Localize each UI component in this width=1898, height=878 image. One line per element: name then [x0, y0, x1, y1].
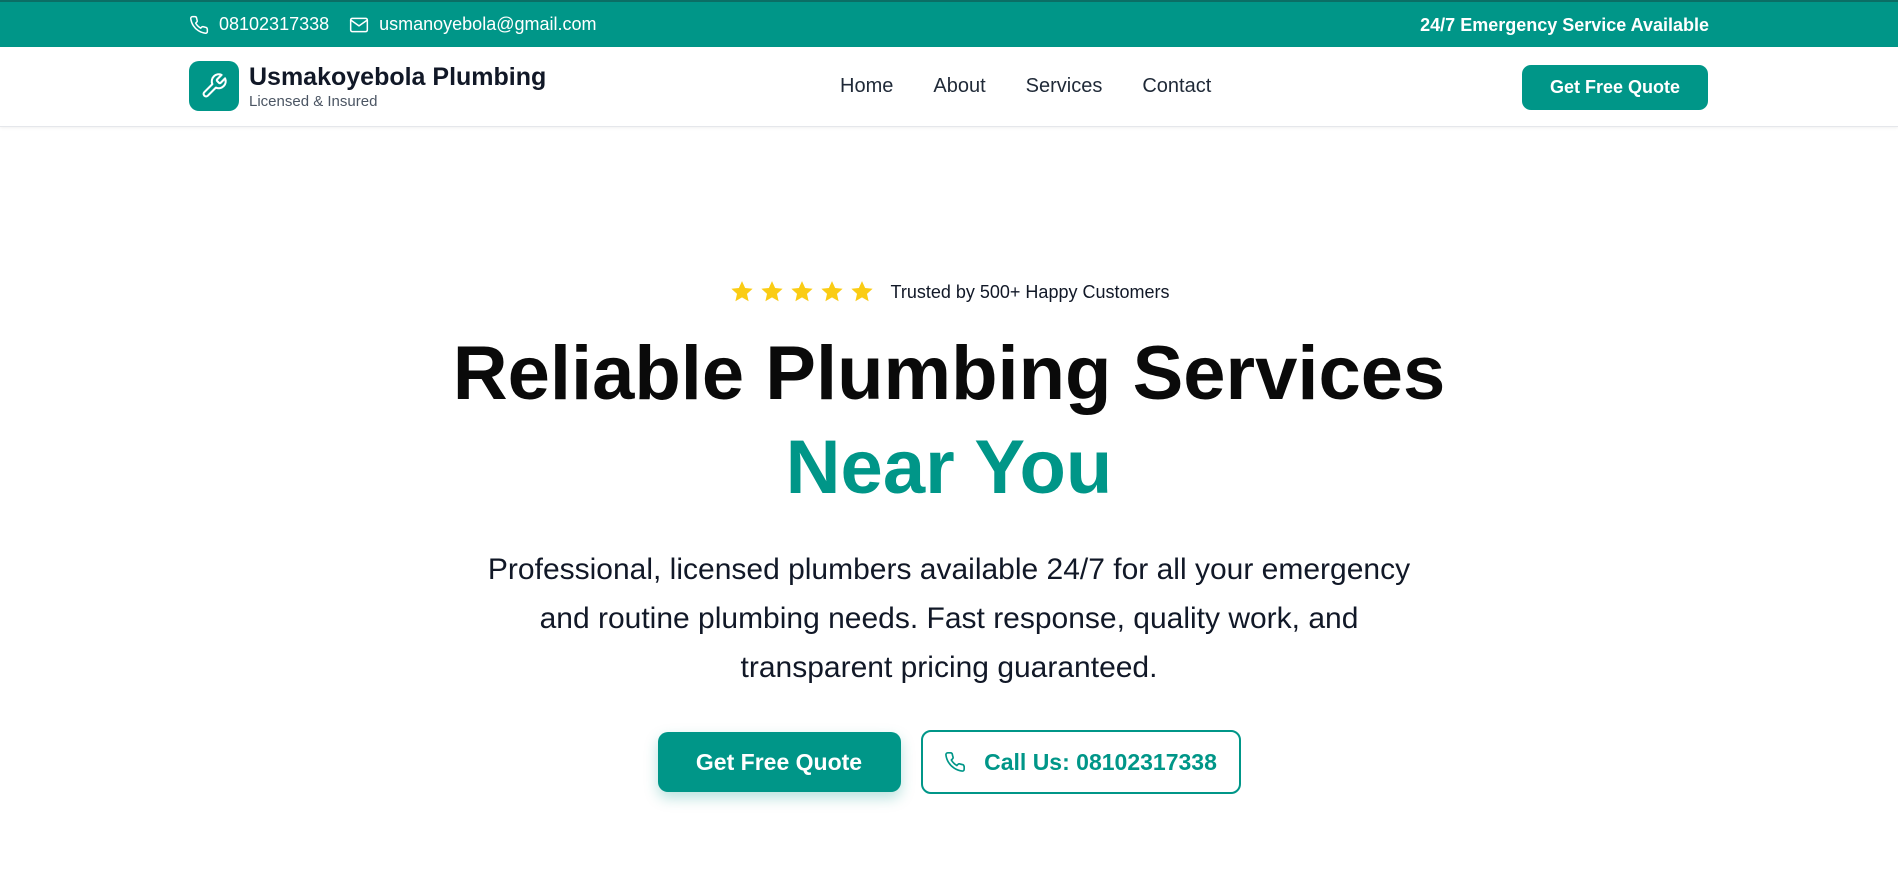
mail-icon: [350, 17, 369, 32]
star-icon: [850, 281, 873, 302]
rating-text: Trusted by 500+ Happy Customers: [890, 281, 1170, 302]
nav-services[interactable]: Services: [1026, 75, 1103, 98]
top-email[interactable]: usmanoyebola@gmail.com: [349, 14, 597, 35]
top-email-text: usmanoyebola@gmail.com: [379, 14, 597, 34]
main-menu: Home About Services Contact: [840, 75, 1251, 98]
headline-line-2: Near You: [785, 425, 1113, 510]
top-phone[interactable]: 08102317338: [189, 14, 329, 35]
hero-section: Trusted by 500+ Happy Customers Reliable…: [0, 127, 1898, 878]
headline-line-1: Reliable Plumbing Services: [452, 331, 1446, 416]
top-contact: 08102317338 usmanoyebola@gmail.com: [189, 14, 617, 35]
get-quote-button[interactable]: Get Free Quote: [657, 732, 901, 792]
emergency-notice: 24/7 Emergency Service Available: [1420, 15, 1709, 35]
top-phone-text: 08102317338: [219, 14, 330, 34]
rating: Trusted by 500+ Happy Customers: [0, 279, 1898, 305]
star-icon: [730, 281, 753, 302]
star-icon: [790, 281, 813, 302]
call-us-label: Call Us: 08102317338: [984, 748, 1217, 775]
nav-about[interactable]: About: [933, 75, 985, 98]
nav-quote-button[interactable]: Get Free Quote: [1522, 65, 1708, 110]
brand-tagline: Licensed & Insured: [249, 92, 378, 110]
star-icon: [820, 281, 843, 302]
top-bar: 08102317338 usmanoyebola@gmail.com 24/7 …: [0, 0, 1898, 47]
nav-contact[interactable]: Contact: [1142, 75, 1211, 98]
hero-actions: Get Free Quote Call Us: 08102317338: [0, 730, 1898, 794]
call-us-button[interactable]: Call Us: 08102317338: [920, 730, 1241, 794]
wrench-icon: [202, 73, 227, 98]
navbar: Usmakoyebola Plumbing Licensed & Insured…: [0, 47, 1898, 127]
star-rating: [729, 279, 879, 305]
star-icon: [760, 281, 783, 302]
hero-description: Professional, licensed plumbers availabl…: [487, 553, 1411, 684]
logo: [189, 61, 239, 111]
phone-icon: [190, 15, 209, 34]
brand-name: Usmakoyebola Plumbing: [249, 62, 547, 91]
phone-icon: [945, 752, 966, 772]
brand-text: Usmakoyebola Plumbing Licensed & Insured: [249, 63, 546, 110]
brand[interactable]: Usmakoyebola Plumbing Licensed & Insured: [189, 61, 546, 111]
nav-home[interactable]: Home: [840, 75, 893, 98]
hero-headline: Reliable Plumbing Services Near You: [0, 327, 1898, 515]
